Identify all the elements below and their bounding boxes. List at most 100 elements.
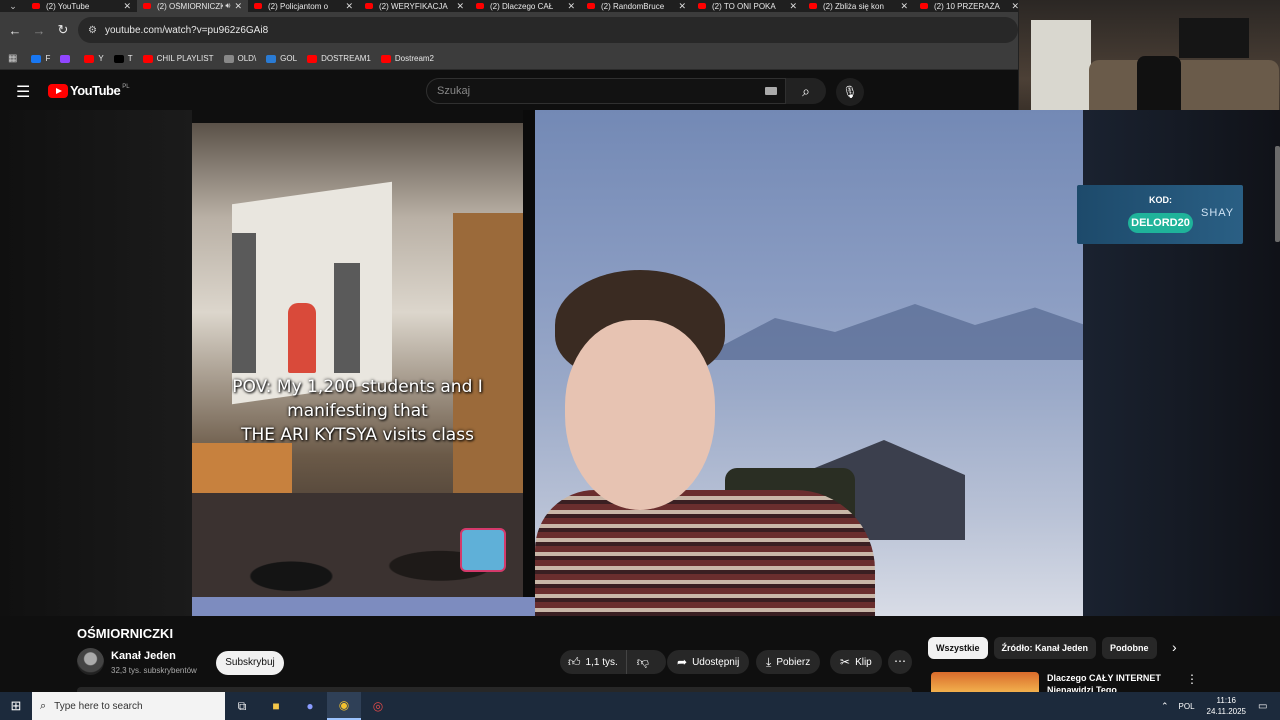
chip-all[interactable]: Wszystkie [928,637,988,659]
voice-search-button[interactable]: 🎙 [836,78,864,106]
reload-icon[interactable]: ↻ [51,22,75,38]
clip-panel [232,233,256,373]
browser-tab[interactable]: (2) Dlaczego CAŁ ✕ [470,0,581,12]
tab-close-icon[interactable]: ✕ [234,1,242,12]
youtube-favicon-icon [698,3,706,9]
search-input[interactable]: Szukaj [426,78,786,104]
tab-close-icon[interactable]: ✕ [345,1,353,12]
youtube-favicon-icon [254,3,262,9]
tray-chevron-up-icon[interactable]: ⌃ [1161,701,1169,712]
browser-tab[interactable]: (2) OŚMIORNICZKI 🔊︎ ✕ [137,0,248,12]
subscribe-button[interactable]: Subskrybuj [216,651,284,675]
tab-search-icon[interactable]: ⌄ [0,0,26,12]
browser-tab[interactable]: (2) WERYFIKACJA ✕ [359,0,470,12]
browser-tab[interactable]: (2) Policjantom o ✕ [248,0,359,12]
tab-title: (2) 10 PRZERAŻA [934,1,1000,11]
bookmark-favicon-icon [266,54,277,63]
like-button[interactable]: 👍︎ 1,1 tys. [560,650,627,674]
promo-brand: SHAY [1201,207,1235,219]
bookmark-item[interactable]: OLD\ [223,54,256,63]
browser-tab[interactable]: (2) RandomBruce ✕ [581,0,692,12]
bookmark-label: CHIL PLAYLIST [156,54,214,63]
site-info-icon[interactable]: ⚙ [88,25,97,36]
youtube-favicon-icon [476,3,484,9]
tab-title: (2) TO ONI POKA [712,1,776,11]
notification-icon[interactable]: ▭ [1258,701,1276,712]
browser-tab[interactable]: (2) Zbliża się kon ✕ [803,0,914,12]
file-explorer-icon[interactable]: ■ [259,692,293,720]
obs-icon[interactable]: ◎ [361,692,395,720]
streamer-scene [535,110,1083,616]
browser-tab[interactable]: (2) 10 PRZERAŻA ✕ [914,0,1025,12]
bookmark-item[interactable]: T [113,54,133,63]
discord-icon[interactable]: ● [293,692,327,720]
bookmark-item[interactable]: Y [84,54,104,63]
subscriber-count: 32,3 tys. subskrybentów [111,666,197,675]
clip-caption: POV: My 1,200 students and I manifesting… [192,375,523,447]
bookmark-label: Y [98,54,104,63]
youtube-favicon-icon [587,3,595,9]
windows-start-button[interactable]: ⊞ [0,692,32,720]
channel-name[interactable]: Kanał Jeden [111,650,176,662]
address-bar[interactable]: ⚙ youtube.com/watch?v=pu962z6GAi8 [78,17,1018,43]
more-actions-button[interactable]: ⋯ [888,650,912,674]
tab-close-icon[interactable]: ✕ [900,1,908,12]
tab-close-icon[interactable]: ✕ [456,1,464,12]
download-button[interactable]: ⤓ Pobierz [756,650,821,674]
channel-avatar[interactable] [77,648,104,675]
clip-button[interactable]: ✂ Klip [830,650,882,674]
speaker-icon[interactable]: 🔊︎ [225,1,230,11]
page-scrollbar[interactable] [1275,146,1280,242]
chip-related[interactable]: Podobne [1102,637,1157,659]
chrome-icon[interactable]: ◉ [327,692,361,720]
clip-panel [334,263,360,373]
taskbar-search[interactable]: ⌕ Type here to search [32,692,225,720]
caption-line: THE ARI KYTSYA visits class [241,425,474,445]
system-clock[interactable]: 11:16 24.11.2025 [1207,695,1246,717]
video-player[interactable]: POV: My 1,200 students and I manifesting… [0,110,1280,616]
share-icon: ➦ [677,655,688,669]
search-placeholder: Szukaj [437,85,471,97]
thumbs-down-icon: 👎︎ [636,654,649,669]
caption-line: POV: My 1,200 students and I [232,377,483,397]
more-horizontal-icon: ⋯ [894,654,906,668]
clock-time: 11:16 [1216,696,1236,705]
bookmark-item[interactable]: DOSTREAM1 [307,54,371,63]
share-label: Udostępnij [692,656,740,668]
browser-tab[interactable]: (2) YouTube ✕ [26,0,137,12]
language-indicator[interactable]: POL [1179,702,1195,711]
keyboard-icon[interactable] [765,87,777,95]
apps-grid-icon[interactable]: ▦ [8,53,17,64]
search-button[interactable]: ⌕ [786,78,826,104]
youtube-logo[interactable]: YouTube PL [48,83,130,98]
recommendation-thumbnail[interactable] [931,672,1039,692]
bookmark-item[interactable]: CHIL PLAYLIST [142,54,214,63]
tab-close-icon[interactable]: ✕ [123,1,131,12]
chevron-right-icon[interactable]: › [1172,639,1177,655]
webcam-tv [1179,18,1249,58]
recommendation-title[interactable]: Dlaczego CAŁY INTERNET Nienawidzi Tego S… [1047,672,1177,692]
bookmark-item[interactable] [60,54,74,63]
bookmark-item[interactable]: F [31,54,50,63]
tab-title: (2) Dlaczego CAŁ [490,1,554,11]
youtube-masthead: ☰ YouTube PL Szukaj ⌕ 🎙 [0,72,1280,110]
chip-source[interactable]: Źródło: Kanał Jeden [993,637,1097,659]
clock-date: 24.11.2025 [1206,707,1246,716]
search-icon: ⌕ [40,699,47,712]
menu-icon[interactable]: ☰ [16,82,30,102]
bookmark-item[interactable]: Dostream2 [380,54,434,63]
dislike-button[interactable]: 👎︎ [627,650,659,674]
browser-tab[interactable]: (2) TO ONI POKA ✕ [692,0,803,12]
bookmark-item[interactable]: GOL [266,54,297,63]
forward-icon[interactable]: → [27,23,51,38]
tab-close-icon[interactable]: ✕ [678,1,686,12]
video-title: OŚMIORNICZKI [77,626,174,641]
back-icon[interactable]: ← [3,23,27,38]
tab-close-icon[interactable]: ✕ [789,1,797,12]
tab-close-icon[interactable]: ✕ [567,1,575,12]
share-button[interactable]: ➦ Udostępnij [667,650,750,674]
more-vertical-icon[interactable]: ⋮ [1186,672,1198,686]
bookmark-label: F [45,54,51,63]
task-view-icon[interactable]: ⧉ [225,692,259,720]
caption-line: manifesting that [287,401,428,421]
